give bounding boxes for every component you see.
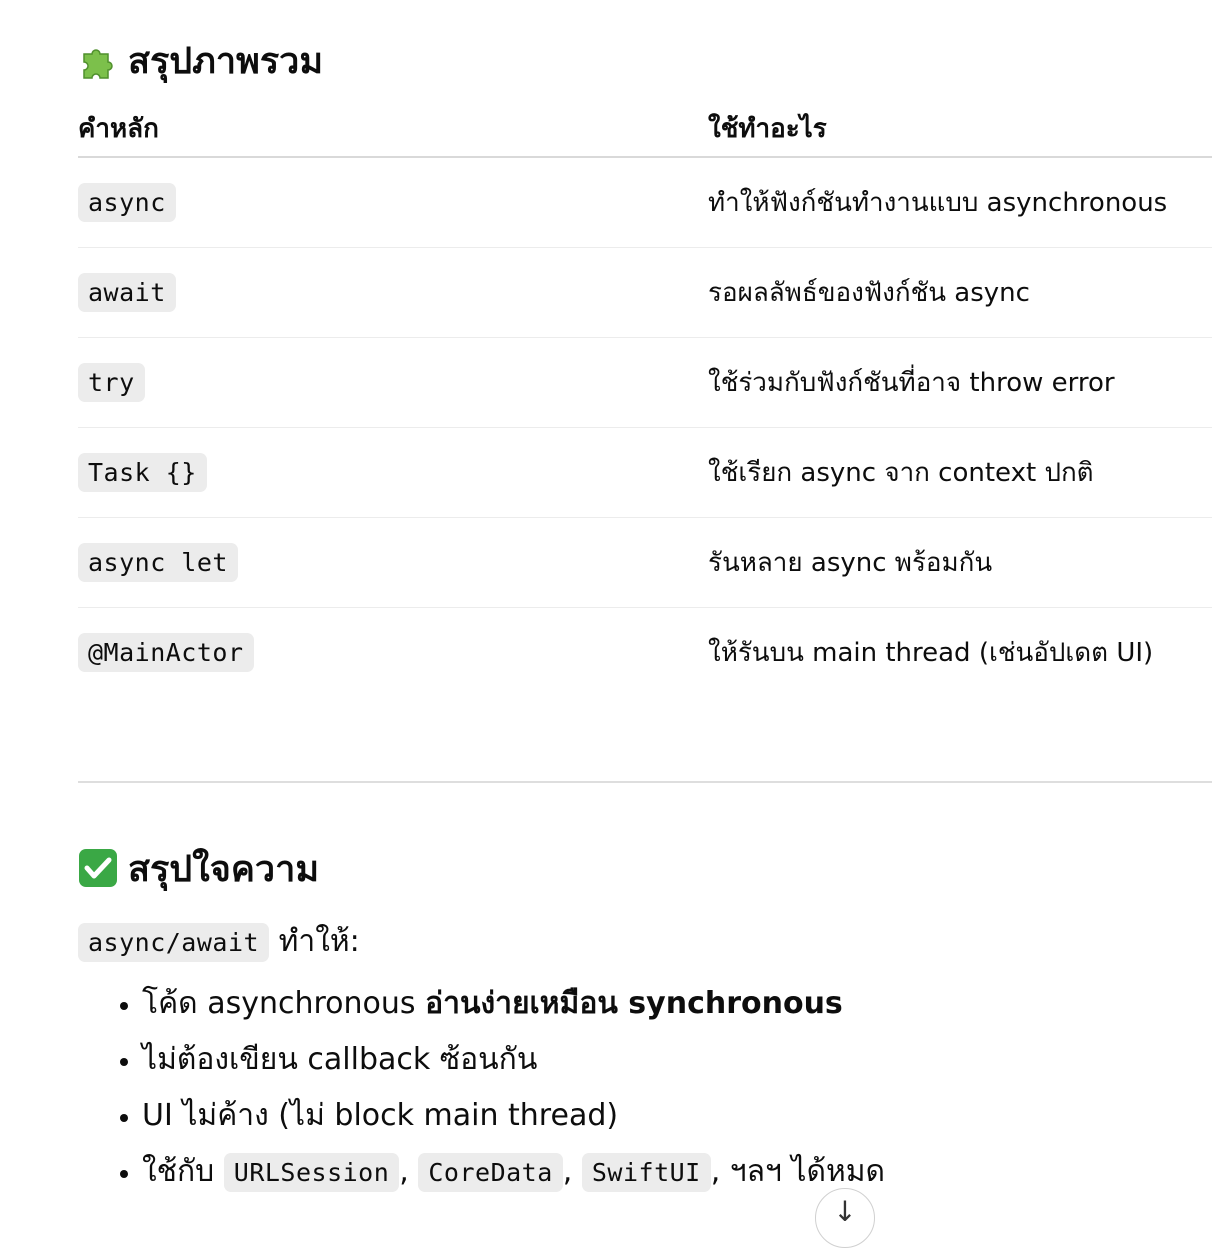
keyword-description: ใช้ร่วมกับฟังก์ชันที่อาจ throw error bbox=[708, 337, 1212, 428]
table-row: async let รันหลาย async พร้อมกัน bbox=[78, 517, 1212, 608]
intro-text: ทำให้: bbox=[269, 924, 360, 959]
summary-heading: สรุปใจความ bbox=[78, 838, 319, 898]
keyword-code: async let bbox=[78, 542, 238, 582]
column-header-usage: ใช้ทำอะไร bbox=[708, 100, 1212, 158]
keyword-code: Task {} bbox=[78, 452, 207, 492]
table-row: Task {} ใช้เรียก async จาก context ปกติ bbox=[78, 427, 1212, 518]
scroll-to-bottom-button[interactable]: ↓ bbox=[815, 1188, 875, 1248]
overview-title: สรุปภาพรวม bbox=[128, 40, 324, 82]
list-item: ไม่ต้องเขียน callback ซ้อนกัน bbox=[142, 1032, 885, 1088]
keyword-description: ทำให้ฟังก์ชันทำงานแบบ asynchronous bbox=[708, 157, 1212, 248]
summary-intro: async/await ทำให้: bbox=[78, 918, 360, 965]
table-row: async ทำให้ฟังก์ชันทำงานแบบ asynchronous bbox=[78, 157, 1212, 248]
keyword-code: await bbox=[78, 272, 176, 312]
inline-code: CoreData bbox=[418, 1153, 563, 1192]
section-divider bbox=[78, 781, 1212, 783]
list-item: โค้ด asynchronous อ่านง่ายเหมือน synchro… bbox=[142, 976, 885, 1032]
table-header-row: คำหลัก ใช้ทำอะไร bbox=[78, 100, 1212, 158]
table-row: try ใช้ร่วมกับฟังก์ชันที่อาจ throw error bbox=[78, 337, 1212, 428]
keyword-description: ให้รันบน main thread (เช่นอัปเดต UI) bbox=[708, 638, 1154, 668]
keyword-description: รันหลาย async พร้อมกัน bbox=[708, 517, 1212, 608]
puzzle-piece-icon bbox=[83, 49, 113, 79]
column-header-keyword: คำหลัก bbox=[78, 100, 708, 158]
keyword-code: try bbox=[78, 362, 145, 402]
keyword-table: คำหลัก ใช้ทำอะไร async ทำให้ฟังก์ชันทำงา… bbox=[78, 100, 1212, 697]
summary-title: สรุปใจความ bbox=[128, 848, 320, 890]
summary-bullet-list: โค้ด asynchronous อ่านง่ายเหมือน synchro… bbox=[78, 976, 885, 1200]
list-item: UI ไม่ค้าง (ไม่ block main thread) bbox=[142, 1088, 885, 1144]
keyword-description: รอผลลัพธ์ของฟังก์ชัน async bbox=[708, 247, 1212, 338]
inline-code: async/await bbox=[78, 923, 270, 962]
overview-heading: สรุปภาพรวม bbox=[78, 30, 323, 90]
table-row: await รอผลลัพธ์ของฟังก์ชัน async bbox=[78, 247, 1212, 338]
table-row: @MainActor ให้รันบน main thread (เช่นอัป… bbox=[78, 608, 1212, 698]
bold-text: อ่านง่ายเหมือน synchronous bbox=[425, 986, 843, 1021]
inline-code: URLSession bbox=[223, 1153, 400, 1192]
list-item: ใช้กับ URLSession, CoreData, SwiftUI, ฯล… bbox=[142, 1144, 885, 1200]
check-mark-icon bbox=[79, 849, 117, 887]
keyword-description: ใช้เรียก async จาก context ปกติ bbox=[708, 427, 1212, 518]
keyword-code: @MainActor bbox=[78, 632, 254, 672]
inline-code: SwiftUI bbox=[581, 1153, 711, 1192]
arrow-down-icon: ↓ bbox=[833, 1195, 857, 1228]
keyword-code: async bbox=[78, 182, 176, 222]
